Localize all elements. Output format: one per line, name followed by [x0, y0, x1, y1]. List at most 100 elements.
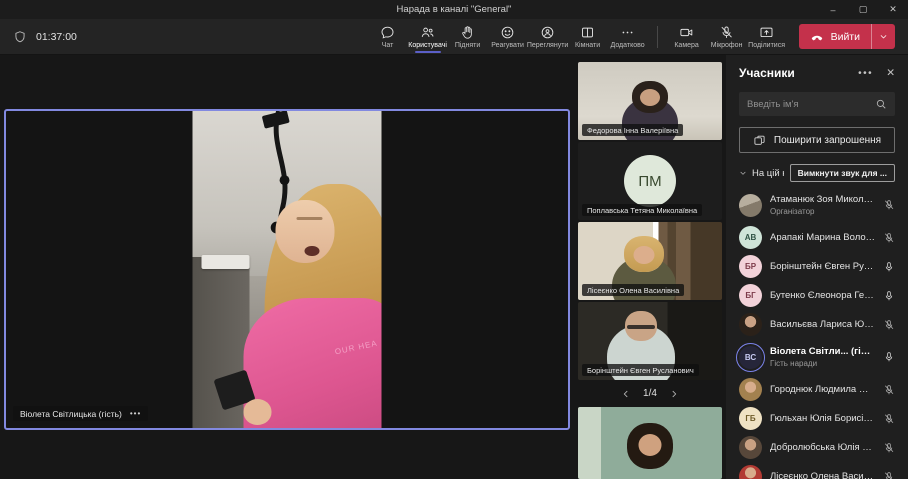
chevron-down-icon [879, 32, 888, 41]
leave-button[interactable]: Вийти [799, 24, 895, 49]
invite-icon [753, 134, 766, 147]
tile-name-label: Лісеєнко Олена Василівна [582, 284, 684, 296]
participant-role: Організатор [770, 207, 875, 216]
more-options-icon[interactable]: ••• [130, 409, 141, 418]
toolbar-button-label: Переглянути [527, 42, 568, 49]
page-indicator: 1/4 [643, 388, 657, 399]
in-meeting-section: На цій нараді (15) Вимкнути звук для ... [739, 164, 895, 182]
share-invite-label: Поширити запрошення [774, 135, 881, 146]
participant-row[interactable]: АВ Арапакі Марина Володимирівна [726, 223, 908, 252]
device-buttons: Камера Мікрофон Поділитися [667, 21, 787, 53]
search-input[interactable] [747, 99, 875, 110]
participant-name: Арапакі Марина Володимирівна [770, 232, 875, 243]
toolbar-button-people[interactable]: Користувачі [408, 21, 448, 53]
mic-icon[interactable] [883, 261, 895, 273]
toolbar-button-react[interactable]: Реагувати [488, 21, 528, 53]
toolbar-button-label: Додатково [611, 42, 645, 49]
avatar: ВС [739, 346, 762, 369]
share-invite-button[interactable]: Поширити запрошення [739, 127, 895, 153]
filmstrip-tile[interactable]: Борінштейн Євген Русланович [578, 302, 722, 380]
toolbar-button-mic[interactable]: Мікрофон [707, 21, 747, 53]
filmstrip-tile[interactable]: Лісеєнко Олена Василівна [578, 222, 722, 300]
participant-role: Гість наради [770, 359, 875, 368]
in-meeting-section-toggle[interactable]: На цій нараді (15) [739, 168, 784, 179]
mic-icon[interactable] [883, 351, 895, 363]
mic-icon[interactable] [883, 290, 895, 302]
participant-row[interactable]: БГ Бутенко Єлеонора Геннадіївна [726, 281, 908, 310]
main-speaker-name: Віолета Світлицька (гість) [20, 409, 122, 419]
avatar: АВ [739, 226, 762, 249]
participant-row[interactable]: Васильєва Лариса Юріївна [726, 310, 908, 339]
participant-row[interactable]: Атаманюк Зоя Миколаївна Організатор [726, 187, 908, 223]
tile-name-label: Федорова Інна Валеріївна [582, 124, 683, 136]
avatar-initials: АВ [745, 233, 757, 242]
participant-name: Добролюбська Юлія Андріївна [770, 442, 875, 453]
participant-name: Городнюк Людмила Степанівна [770, 384, 875, 395]
chat-icon [380, 25, 395, 40]
toolbar-button-label: Кімнати [575, 42, 600, 49]
participant-name: Лісеєнко Олена Василівна [587, 286, 679, 295]
participant-name: Федорова Інна Валеріївна [587, 126, 678, 135]
toolbar-button-share[interactable]: Поділитися [747, 21, 787, 53]
toolbar-button-chat[interactable]: Чат [368, 21, 408, 53]
avatar-initials: БР [745, 262, 756, 271]
toolbar-button-label: Поділитися [748, 42, 785, 49]
mute-all-button[interactable]: Вимкнути звук для ... [790, 164, 895, 182]
close-button[interactable]: ✕ [878, 0, 908, 19]
mic-off-icon[interactable] [883, 232, 895, 244]
participant-row[interactable]: Добролюбська Юлія Андріївна [726, 433, 908, 462]
mic-off-icon[interactable] [883, 442, 895, 454]
participant-row[interactable]: ГБ Гюльхан Юлія Борисівна [726, 404, 908, 433]
chevron-left-icon[interactable] [621, 389, 631, 399]
mic-off-icon[interactable] [883, 199, 895, 211]
avatar: ГБ [739, 407, 762, 430]
avatar-initials: ПМ [624, 155, 676, 207]
toolbar-button-raise[interactable]: Підняти [448, 21, 488, 53]
main-speaker-tile[interactable]: OUR HEA Віолета Світлицька (гість) ••• [4, 109, 570, 430]
search-icon [875, 98, 887, 110]
panel-close-button[interactable]: ✕ [886, 67, 895, 79]
meeting-timer: 01:37:00 [13, 30, 77, 44]
avatar-initials: ВС [745, 353, 756, 362]
panel-title: Учасники [739, 66, 858, 80]
participant-row[interactable]: Городнюк Людмила Степанівна [726, 375, 908, 404]
mic-off-icon[interactable] [883, 413, 895, 425]
toolbar-button-label: Чат [382, 42, 394, 49]
participant-row[interactable]: Лісеєнко Олена Василівна [726, 462, 908, 479]
toolbar-button-rooms[interactable]: Кімнати [568, 21, 608, 53]
panel-more-button[interactable]: ••• [858, 68, 873, 79]
leave-options-button[interactable] [872, 24, 895, 49]
filmstrip-tile[interactable]: Федорова Інна Валеріївна [578, 62, 722, 140]
toolbar-button-label: Підняти [455, 42, 480, 49]
participant-name: Бутенко Єлеонора Геннадіївна [770, 290, 875, 301]
avatar-initials: ГБ [745, 414, 755, 423]
avatar [739, 436, 762, 459]
chevron-right-icon[interactable] [669, 389, 679, 399]
filmstrip-tile[interactable]: ПМ Поплавська Тетяна Миколаївна [578, 142, 722, 220]
minimize-button[interactable]: – [818, 0, 848, 19]
more-icon [620, 25, 635, 40]
maximize-button[interactable]: ▢ [848, 0, 878, 19]
mic-off-icon[interactable] [883, 471, 895, 479]
toolbar-button-label: Користувачі [408, 42, 447, 49]
share-screen-icon [759, 25, 774, 40]
participant-row[interactable]: БР Борінштейн Євген Русланович [726, 252, 908, 281]
avatar [739, 194, 762, 217]
participant-row[interactable]: ВС Віолета Світли... (гість) Гість нарад… [726, 339, 908, 375]
people-icon [420, 25, 435, 40]
window-title: Нарада в каналі "General" [0, 4, 908, 15]
video-filmstrip: Федорова Інна Валеріївна ПМ Поплавська Т… [578, 62, 722, 479]
phone-down-icon [810, 30, 824, 44]
toolbar-button-more[interactable]: Додатково [608, 21, 648, 53]
participant-list[interactable]: Атаманюк Зоя Миколаївна Організатор АВ А… [726, 185, 908, 479]
toolbar-button-label: Реагувати [491, 42, 524, 49]
filmstrip-tile[interactable] [578, 407, 722, 479]
toolbar-button-view[interactable]: Переглянути [528, 21, 568, 53]
mic-off-icon[interactable] [883, 384, 895, 396]
leave-button-label: Вийти [831, 31, 860, 43]
mic-off-icon[interactable] [883, 319, 895, 331]
toolbar-button-camera[interactable]: Камера [667, 21, 707, 53]
teams-meeting-window: Нарада в каналі "General" – ▢ ✕ 01:37:00… [0, 0, 908, 479]
emoji-icon [500, 25, 515, 40]
participant-name: Поплавська Тетяна Миколаївна [587, 206, 697, 215]
